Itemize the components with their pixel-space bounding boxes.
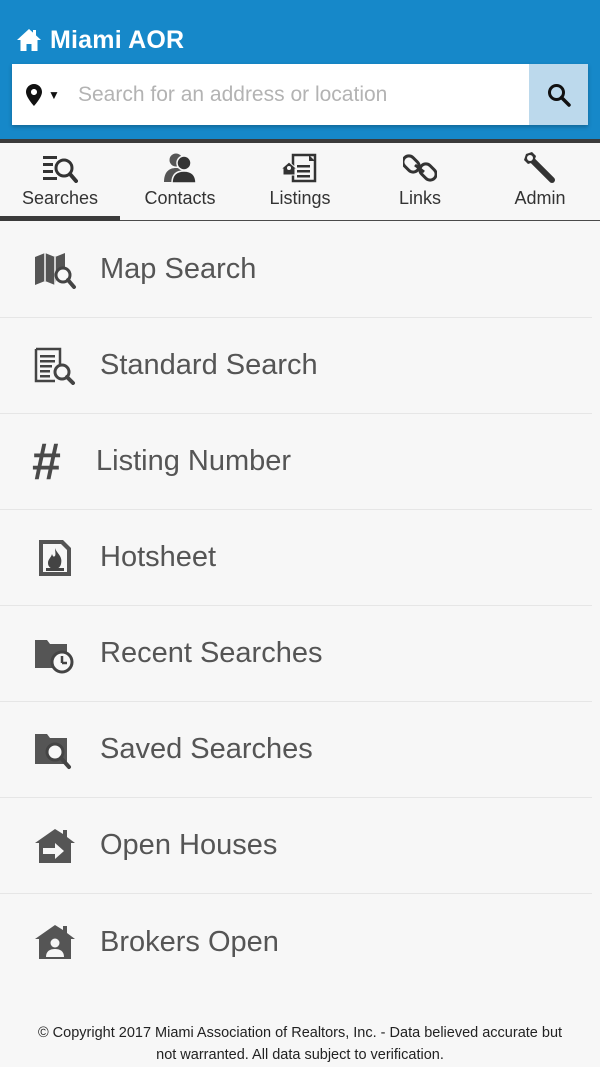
menu-item-label: Brokers Open <box>100 925 279 958</box>
menu-item-open-houses[interactable]: Open Houses <box>0 798 592 894</box>
folder-clock-icon <box>35 639 74 673</box>
menu-item-map-search[interactable]: Map Search <box>0 222 592 318</box>
search-list-icon <box>43 156 78 183</box>
folder-search-icon <box>35 733 71 769</box>
menu-item-label: Open Houses <box>100 829 278 861</box>
location-dropdown[interactable]: ▼ <box>12 64 78 125</box>
search-menu-list: Map Search Standard Search # Listing Num… <box>0 222 600 990</box>
menu-item-brokers-open[interactable]: Brokers Open <box>0 894 592 990</box>
search-icon <box>547 83 571 107</box>
house-person-icon <box>35 925 75 959</box>
tab-admin[interactable]: Admin <box>480 143 600 220</box>
app-header: Miami AOR ▼ <box>0 0 600 139</box>
menu-item-label: Standard Search <box>100 349 318 381</box>
menu-item-label: Listing Number <box>96 445 292 477</box>
flame-document-icon <box>39 539 71 576</box>
home-icon <box>17 29 41 51</box>
chevron-down-icon: ▼ <box>48 87 60 102</box>
menu-item-label: Recent Searches <box>100 637 323 669</box>
wrench-icon <box>524 152 555 183</box>
menu-item-hotsheet[interactable]: Hotsheet <box>0 510 592 606</box>
menu-item-standard-search[interactable]: Standard Search <box>0 318 592 414</box>
map-search-icon <box>35 252 76 289</box>
brand[interactable]: Miami AOR <box>16 24 184 56</box>
tab-label: Contacts <box>144 188 216 208</box>
tab-label: Links <box>398 188 442 208</box>
copyright-line: © Copyright 2017 Miami Association of Re… <box>37 1025 563 1041</box>
app-title: Miami AOR <box>50 25 185 54</box>
listings-icon <box>281 153 317 183</box>
search-input[interactable] <box>78 64 529 125</box>
tab-label: Admin <box>514 188 566 208</box>
menu-item-recent-searches[interactable]: Recent Searches <box>0 606 592 702</box>
tab-listings[interactable]: Listings <box>240 143 360 220</box>
house-arrow-icon <box>35 828 75 863</box>
menu-item-listing-number[interactable]: # Listing Number <box>0 414 592 510</box>
disclaimer-line: not warranted. All data subject to verif… <box>156 1047 444 1063</box>
tab-links[interactable]: Links <box>360 143 480 220</box>
menu-item-label: Map Search <box>100 253 257 285</box>
chain-link-icon <box>403 154 437 182</box>
tab-contacts[interactable]: Contacts <box>120 143 240 220</box>
document-search-icon <box>34 347 75 385</box>
search-button[interactable] <box>529 64 588 125</box>
search-bar: ▼ <box>12 64 588 125</box>
menu-item-label: Hotsheet <box>100 541 217 573</box>
copyright-footer: © Copyright 2017 Miami Association of Re… <box>0 1022 600 1066</box>
menu-item-label: Saved Searches <box>100 733 313 765</box>
tab-searches[interactable]: Searches <box>0 143 120 221</box>
tab-bar: Searches Contacts Listings Links Admin <box>0 143 600 221</box>
tab-label: Listings <box>269 188 331 208</box>
tab-label: Searches <box>21 188 99 208</box>
hash-icon: # <box>32 432 61 491</box>
map-pin-icon <box>26 83 42 106</box>
menu-item-saved-searches[interactable]: Saved Searches <box>0 702 592 798</box>
contacts-icon <box>164 153 197 184</box>
